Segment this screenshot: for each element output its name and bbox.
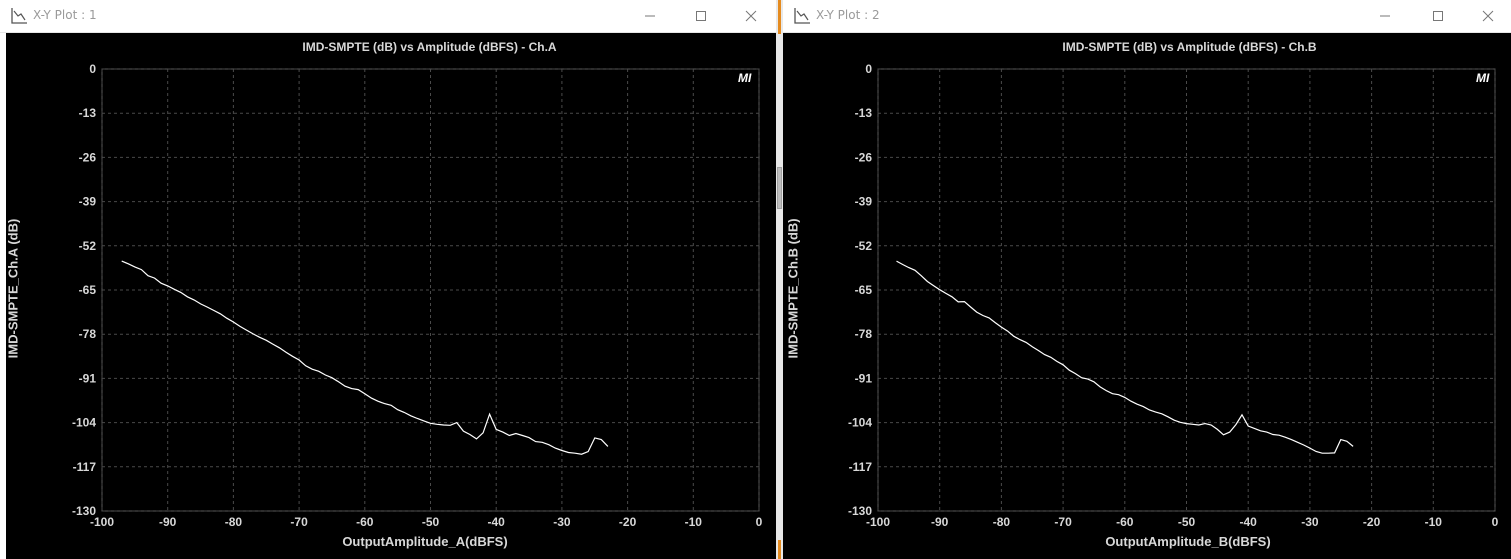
y-tick-label: -117 bbox=[849, 460, 873, 474]
x-tick-label: -50 bbox=[1178, 515, 1196, 529]
marker-info-badge[interactable]: MI bbox=[738, 71, 751, 85]
x-tick-label: -50 bbox=[422, 515, 440, 529]
window-titlebar[interactable]: X-Y Plot : 2 bbox=[783, 0, 1511, 33]
x-tick-label: -90 bbox=[931, 515, 949, 529]
close-icon bbox=[745, 10, 757, 22]
x-tick-label: -80 bbox=[225, 515, 243, 529]
x-tick-label: -70 bbox=[1054, 515, 1072, 529]
y-tick-label: -52 bbox=[79, 239, 97, 253]
y-tick-label: -91 bbox=[855, 371, 873, 385]
x-tick-label: -20 bbox=[619, 515, 637, 529]
x-tick-label: 0 bbox=[1492, 515, 1499, 529]
y-axis-title: IMD-SMPTE_Ch.A (dB) bbox=[5, 218, 21, 359]
x-tick-label: -10 bbox=[685, 515, 703, 529]
y-tick-label: 0 bbox=[865, 62, 872, 76]
y-tick-label: -26 bbox=[79, 150, 97, 164]
x-tick-label: -20 bbox=[1363, 515, 1381, 529]
x-tick-label: -80 bbox=[993, 515, 1011, 529]
y-tick-label: -78 bbox=[79, 327, 97, 341]
x-tick-label: -30 bbox=[553, 515, 571, 529]
maximize-button[interactable] bbox=[1415, 0, 1461, 32]
y-tick-label: -13 bbox=[79, 106, 97, 120]
y-tick-label: -65 bbox=[855, 283, 873, 297]
x-tick-label: -40 bbox=[488, 515, 506, 529]
xy-plot-area[interactable]: -100 -90 -80 -70 -60 -50 -40 -30 -20 -10 00-13-26-… bbox=[783, 32, 1511, 559]
y-tick-label: 0 bbox=[89, 62, 96, 76]
xy-plot-app-icon bbox=[11, 8, 27, 24]
x-tick-label: -10 bbox=[1425, 515, 1443, 529]
maximize-icon bbox=[1433, 11, 1443, 21]
window-title: X-Y Plot : 2 bbox=[816, 8, 880, 22]
close-icon bbox=[1482, 10, 1494, 22]
y-tick-label: -130 bbox=[72, 504, 96, 518]
x-tick-label: -60 bbox=[356, 515, 374, 529]
x-tick-label: -30 bbox=[1301, 515, 1319, 529]
marker-info-badge[interactable]: MI bbox=[1476, 71, 1489, 85]
x-tick-label: 0 bbox=[756, 515, 763, 529]
xy-plot-area[interactable]: -100 -90 -80 -70 -60 -50 -40 -30 -20 -10 00-13-26-… bbox=[0, 32, 776, 559]
close-button[interactable] bbox=[728, 0, 774, 32]
minimize-button[interactable] bbox=[1362, 0, 1408, 32]
y-tick-label: -65 bbox=[79, 283, 97, 297]
y-tick-label: -91 bbox=[79, 371, 97, 385]
plot-window-1[interactable]: X-Y Plot : 1 IMD-SMPTE (dB) vs Amplitude… bbox=[0, 0, 776, 559]
window-splitter[interactable] bbox=[776, 0, 783, 559]
splitter-accent bbox=[778, 0, 781, 34]
minimize-icon bbox=[645, 15, 655, 17]
window-titlebar[interactable]: X-Y Plot : 1 bbox=[0, 0, 776, 33]
x-axis-title: OutputAmplitude_A(dBFS) bbox=[342, 534, 508, 549]
y-tick-label: -117 bbox=[73, 460, 97, 474]
close-button[interactable] bbox=[1465, 0, 1511, 32]
window-title: X-Y Plot : 1 bbox=[33, 8, 97, 22]
y-tick-label: -39 bbox=[79, 195, 97, 209]
xy-plot-app-icon bbox=[794, 8, 810, 24]
y-tick-label: -104 bbox=[72, 416, 96, 430]
splitter-scroll-thumb[interactable] bbox=[777, 167, 782, 209]
y-tick-label: -130 bbox=[848, 504, 872, 518]
x-tick-label: -90 bbox=[159, 515, 177, 529]
splitter-accent bbox=[778, 540, 781, 559]
y-tick-label: -39 bbox=[855, 195, 873, 209]
window-border bbox=[0, 33, 6, 559]
minimize-icon bbox=[1380, 15, 1390, 17]
x-tick-label: -40 bbox=[1240, 515, 1258, 529]
maximize-button[interactable] bbox=[678, 0, 724, 32]
minimize-button[interactable] bbox=[627, 0, 673, 32]
x-tick-label: -60 bbox=[1116, 515, 1134, 529]
x-axis-title: OutputAmplitude_B(dBFS) bbox=[1105, 534, 1271, 549]
x-tick-label: -70 bbox=[290, 515, 308, 529]
y-tick-label: -104 bbox=[848, 416, 872, 430]
y-tick-label: -78 bbox=[855, 327, 873, 341]
plot-window-2[interactable]: X-Y Plot : 2 IMD-SMPTE (dB) vs Amplitude… bbox=[783, 0, 1511, 559]
maximize-icon bbox=[696, 11, 706, 21]
y-axis-title: IMD-SMPTE_Ch.B (dB) bbox=[785, 218, 801, 359]
y-tick-label: -13 bbox=[855, 106, 873, 120]
y-tick-label: -26 bbox=[855, 150, 873, 164]
y-tick-label: -52 bbox=[855, 239, 873, 253]
